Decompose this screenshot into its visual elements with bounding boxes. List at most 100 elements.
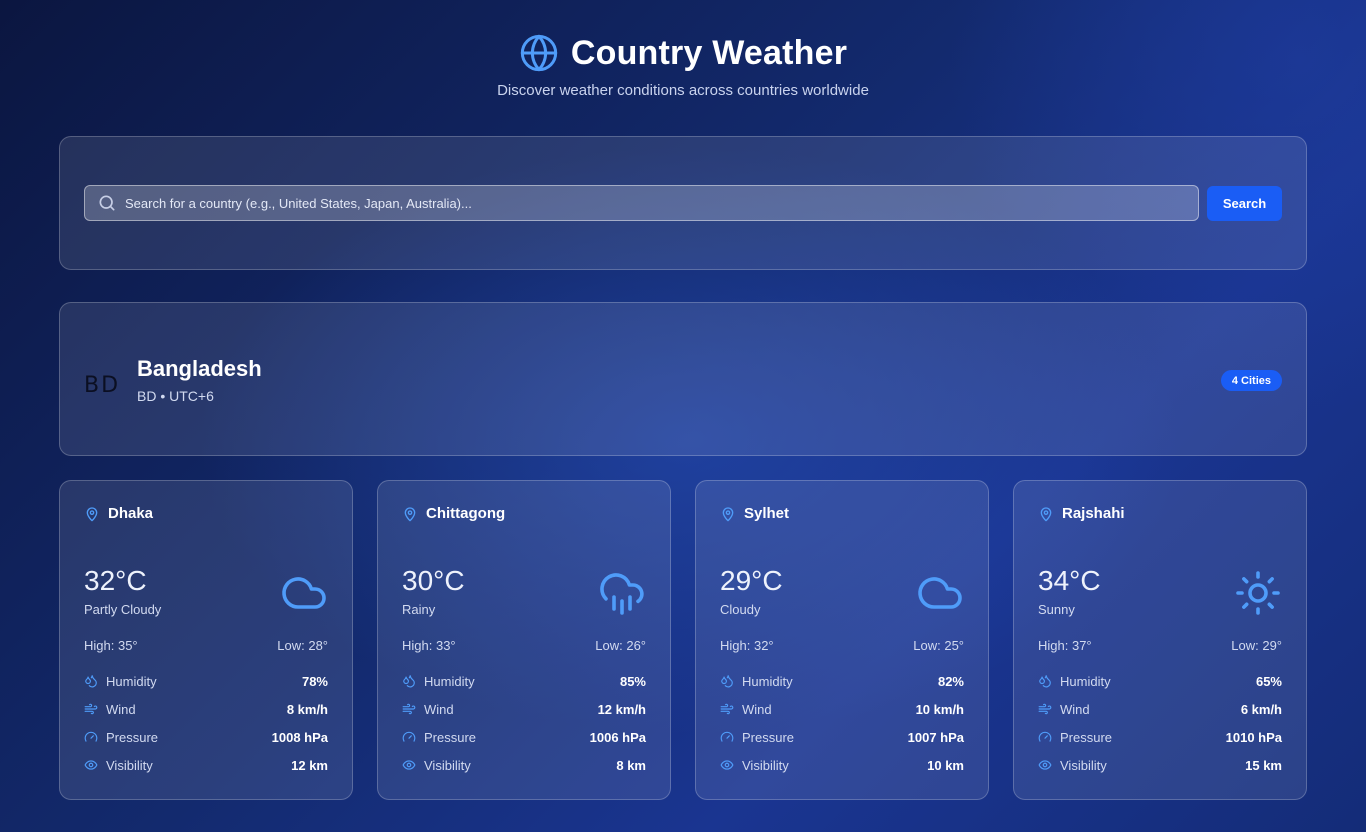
search-icon bbox=[97, 193, 117, 213]
map-pin-icon bbox=[402, 506, 418, 522]
visibility-value: 12 km bbox=[291, 757, 328, 773]
humidity-row: Humidity 78% bbox=[84, 672, 328, 690]
condition: Rainy bbox=[402, 602, 436, 617]
wind-value: 10 km/h bbox=[915, 701, 964, 717]
wind-row: Wind 10 km/h bbox=[720, 700, 964, 718]
search-button[interactable]: Search bbox=[1207, 186, 1282, 221]
sun-icon bbox=[1234, 569, 1282, 617]
low-temp: Low: 28° bbox=[277, 638, 328, 653]
globe-icon bbox=[519, 33, 559, 73]
search-input[interactable] bbox=[117, 186, 1198, 220]
city-name: Dhaka bbox=[108, 505, 154, 522]
low-temp: Low: 26° bbox=[595, 638, 646, 653]
country-flag: BD bbox=[84, 373, 121, 398]
droplets-icon bbox=[720, 674, 734, 688]
eye-icon bbox=[720, 758, 734, 772]
country-panel: BD Bangladesh BD • UTC+6 4 Cities bbox=[59, 302, 1307, 456]
cities-count-badge: 4 Cities bbox=[1220, 370, 1282, 391]
high-temp: High: 37° bbox=[1038, 638, 1092, 653]
condition: Sunny bbox=[1038, 602, 1075, 617]
pressure-value: 1008 hPa bbox=[271, 729, 328, 745]
map-pin-icon bbox=[84, 506, 100, 522]
visibility-value: 15 km bbox=[1245, 757, 1282, 773]
wind-icon bbox=[1038, 702, 1052, 716]
pressure-row: Pressure 1010 hPa bbox=[1038, 728, 1282, 746]
droplets-icon bbox=[402, 674, 416, 688]
map-pin-icon bbox=[1038, 506, 1054, 522]
visibility-row: Visibility 8 km bbox=[402, 756, 646, 774]
high-temp: High: 33° bbox=[402, 638, 456, 653]
gauge-icon bbox=[402, 730, 416, 744]
droplets-icon bbox=[84, 674, 98, 688]
pressure-value: 1010 hPa bbox=[1225, 729, 1282, 745]
humidity-row: Humidity 85% bbox=[402, 672, 646, 690]
wind-row: Wind 6 km/h bbox=[1038, 700, 1282, 718]
city-card-sylhet[interactable]: Sylhet 29°C Cloudy High: 32° Low: 25° Hu… bbox=[695, 480, 989, 800]
temperature: 34°C bbox=[1038, 565, 1101, 596]
wind-icon bbox=[402, 702, 416, 716]
pressure-row: Pressure 1007 hPa bbox=[720, 728, 964, 746]
humidity-value: 85% bbox=[619, 673, 646, 689]
wind-value: 8 km/h bbox=[286, 701, 328, 717]
gauge-icon bbox=[84, 730, 98, 744]
low-temp: Low: 25° bbox=[913, 638, 964, 653]
humidity-row: Humidity 65% bbox=[1038, 672, 1282, 690]
search-box[interactable] bbox=[84, 185, 1199, 221]
visibility-value: 10 km bbox=[927, 757, 964, 773]
title-row: Country Weather bbox=[0, 30, 1366, 76]
city-card-dhaka[interactable]: Dhaka 32°C Partly Cloudy High: 35° Low: … bbox=[59, 480, 353, 800]
temperature: 30°C bbox=[402, 565, 465, 596]
high-low: High: 33° Low: 26° bbox=[402, 638, 646, 653]
cloud-icon bbox=[280, 569, 328, 617]
high-temp: High: 32° bbox=[720, 638, 774, 653]
wind-icon bbox=[720, 702, 734, 716]
humidity-value: 82% bbox=[937, 673, 964, 689]
pressure-value: 1007 hPa bbox=[907, 729, 964, 745]
humidity-value: 65% bbox=[1255, 673, 1282, 689]
eye-icon bbox=[402, 758, 416, 772]
country-meta: BD • UTC+6 bbox=[137, 388, 214, 404]
visibility-row: Visibility 10 km bbox=[720, 756, 964, 774]
wind-value: 12 km/h bbox=[597, 701, 646, 717]
visibility-row: Visibility 12 km bbox=[84, 756, 328, 774]
visibility-row: Visibility 15 km bbox=[1038, 756, 1282, 774]
temperature: 32°C bbox=[84, 565, 147, 596]
high-low: High: 37° Low: 29° bbox=[1038, 638, 1282, 653]
city-header: Sylhet bbox=[720, 505, 789, 522]
cloud-icon bbox=[916, 569, 964, 617]
page-header: Country Weather Discover weather conditi… bbox=[0, 30, 1366, 100]
gauge-icon bbox=[720, 730, 734, 744]
high-temp: High: 35° bbox=[84, 638, 138, 653]
city-name: Chittagong bbox=[426, 505, 506, 522]
eye-icon bbox=[1038, 758, 1052, 772]
city-name: Sylhet bbox=[744, 505, 790, 522]
city-card-chittagong[interactable]: Chittagong 30°C Rainy High: 33° Low: 26°… bbox=[377, 480, 671, 800]
pressure-row: Pressure 1006 hPa bbox=[402, 728, 646, 746]
humidity-row: Humidity 82% bbox=[720, 672, 964, 690]
condition: Cloudy bbox=[720, 602, 761, 617]
condition: Partly Cloudy bbox=[84, 602, 162, 617]
country-name: Bangladesh bbox=[137, 356, 262, 381]
city-card-rajshahi[interactable]: Rajshahi 34°C Sunny High: 37° Low: 29° H… bbox=[1013, 480, 1307, 800]
wind-icon bbox=[84, 702, 98, 716]
wind-value: 6 km/h bbox=[1240, 701, 1282, 717]
city-header: Chittagong bbox=[402, 505, 505, 522]
wind-row: Wind 12 km/h bbox=[402, 700, 646, 718]
humidity-value: 78% bbox=[301, 673, 328, 689]
search-panel: Search bbox=[59, 136, 1307, 270]
pressure-value: 1006 hPa bbox=[589, 729, 646, 745]
city-header: Rajshahi bbox=[1038, 505, 1125, 522]
visibility-value: 8 km bbox=[616, 757, 646, 773]
low-temp: Low: 29° bbox=[1231, 638, 1282, 653]
city-name: Rajshahi bbox=[1062, 505, 1125, 522]
wind-row: Wind 8 km/h bbox=[84, 700, 328, 718]
page-subtitle: Discover weather conditions across count… bbox=[497, 82, 869, 99]
pressure-row: Pressure 1008 hPa bbox=[84, 728, 328, 746]
rain-cloud-icon bbox=[598, 569, 646, 617]
map-pin-icon bbox=[720, 506, 736, 522]
high-low: High: 32° Low: 25° bbox=[720, 638, 964, 653]
temperature: 29°C bbox=[720, 565, 783, 596]
droplets-icon bbox=[1038, 674, 1052, 688]
high-low: High: 35° Low: 28° bbox=[84, 638, 328, 653]
city-header: Dhaka bbox=[84, 505, 153, 522]
